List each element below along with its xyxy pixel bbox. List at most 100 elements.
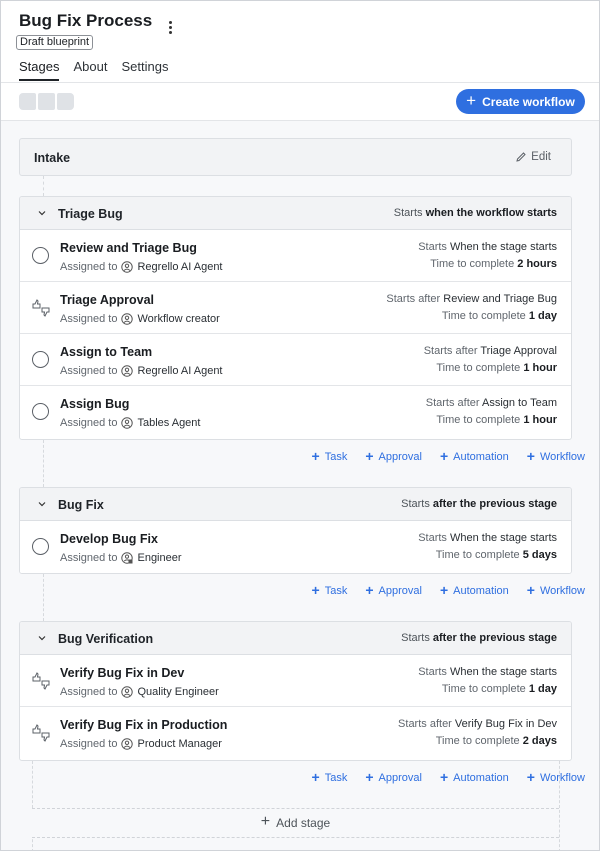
starts-prefix: Starts bbox=[393, 207, 423, 219]
create-workflow-button[interactable]: + Create workflow bbox=[456, 89, 585, 114]
starts-value: When the stage starts bbox=[450, 666, 557, 678]
stage-header[interactable]: Bug Verification Starts after the previo… bbox=[20, 622, 571, 655]
add-approval-button[interactable]: + Approval bbox=[365, 770, 422, 784]
starts-value: Verify Bug Fix in Dev bbox=[454, 718, 557, 730]
task-start-condition: Starts after Review and Triage Bug bbox=[386, 293, 557, 305]
user-icon bbox=[121, 738, 134, 750]
plus-icon: + bbox=[365, 448, 374, 464]
task-duration: Time to complete 1 day bbox=[442, 683, 557, 695]
task-start-condition: Starts after Verify Bug Fix in Dev bbox=[398, 718, 557, 730]
task-status-icon bbox=[32, 538, 49, 555]
add-approval-button[interactable]: + Approval bbox=[365, 583, 422, 597]
task-row[interactable]: Review and Triage Bug Assigned to Regrel… bbox=[20, 230, 571, 282]
create-workflow-label: Create workflow bbox=[482, 94, 575, 109]
task-start-condition: Starts after Assign to Team bbox=[426, 397, 557, 409]
tab-settings[interactable]: Settings bbox=[121, 59, 168, 81]
add-approval-label: Approval bbox=[378, 771, 422, 784]
view-toggle-option[interactable] bbox=[57, 93, 74, 110]
add-automation-label: Automation bbox=[453, 584, 509, 597]
assignee-name: Product Manager bbox=[137, 738, 222, 750]
time-label: Time to complete bbox=[441, 310, 526, 322]
task-name: Triage Approval bbox=[60, 293, 155, 307]
add-automation-button[interactable]: + Automation bbox=[440, 583, 509, 597]
add-task-button[interactable]: + Task bbox=[312, 770, 348, 784]
assigned-to-label: Assigned to bbox=[60, 686, 118, 698]
task-duration: Time to complete 1 day bbox=[442, 310, 557, 322]
plus-icon: + bbox=[526, 582, 535, 598]
time-value: 1 day bbox=[528, 310, 557, 322]
add-workflow-label: Workflow bbox=[539, 584, 585, 597]
starts-prefix: Starts bbox=[401, 632, 430, 644]
task-row[interactable]: Develop Bug Fix Assigned to Engineer Sta… bbox=[20, 521, 571, 573]
starts-value: When the stage starts bbox=[450, 241, 557, 253]
add-task-label: Task bbox=[324, 584, 348, 597]
starts-value: Assign to Team bbox=[481, 397, 557, 409]
task-duration: Time to complete 5 days bbox=[436, 549, 557, 561]
assigned-to-label: Assigned to bbox=[60, 365, 118, 377]
intake-card[interactable]: Intake Edit bbox=[19, 138, 572, 176]
task-assignment: Assigned to Quality Engineer bbox=[60, 686, 219, 698]
view-toggle-option[interactable] bbox=[38, 93, 55, 110]
starts-label: Starts after bbox=[386, 293, 441, 305]
stage-name: Bug Verification bbox=[58, 632, 154, 646]
user-icon bbox=[121, 417, 134, 429]
add-task-button[interactable]: + Task bbox=[312, 449, 348, 463]
add-stage-button[interactable]: + Add stage bbox=[32, 808, 559, 838]
task-name: Develop Bug Fix bbox=[60, 532, 158, 546]
add-workflow-button[interactable]: + Workflow bbox=[527, 770, 585, 784]
approval-icon bbox=[32, 299, 50, 317]
add-automation-button[interactable]: + Automation bbox=[440, 770, 509, 784]
task-row[interactable]: Assign to Team Assigned to Regrello AI A… bbox=[20, 334, 571, 386]
add-task-button[interactable]: + Task bbox=[312, 583, 348, 597]
task-row[interactable]: Triage Approval Assigned to Workflow cre… bbox=[20, 282, 571, 334]
add-approval-button[interactable]: + Approval bbox=[365, 448, 422, 464]
user-group-icon bbox=[121, 552, 134, 564]
tab-about[interactable]: About bbox=[73, 59, 107, 81]
task-start-condition: Starts When the stage starts bbox=[418, 241, 557, 253]
more-options-icon[interactable] bbox=[163, 17, 177, 37]
task-row[interactable]: Verify Bug Fix in Production Assigned to… bbox=[20, 707, 571, 759]
chevron-down-icon[interactable] bbox=[38, 209, 46, 217]
task-name: Verify Bug Fix in Dev bbox=[60, 666, 185, 680]
plus-icon: + bbox=[466, 91, 477, 110]
assigned-to-label: Assigned to bbox=[60, 417, 118, 429]
stage-card-bug-verification: Bug Verification Starts after the previo… bbox=[19, 621, 572, 761]
connector-line bbox=[43, 574, 44, 621]
user-icon bbox=[121, 686, 134, 698]
task-duration: Time to complete 1 hour bbox=[436, 362, 557, 374]
task-duration: Time to complete 1 hour bbox=[436, 414, 557, 426]
starts-value: When the stage starts bbox=[450, 532, 557, 544]
chevron-down-icon[interactable] bbox=[38, 634, 46, 642]
add-workflow-label: Workflow bbox=[539, 771, 585, 784]
plus-icon: + bbox=[260, 813, 271, 830]
view-toggle-option[interactable] bbox=[19, 93, 36, 110]
stage-header[interactable]: Triage Bug Starts when the workflow star… bbox=[20, 197, 571, 230]
chevron-down-icon[interactable] bbox=[38, 500, 46, 508]
time-label: Time to complete bbox=[430, 258, 515, 270]
connector-line bbox=[43, 440, 44, 487]
stage-name: Bug Fix bbox=[58, 498, 104, 512]
add-workflow-button[interactable]: + Workflow bbox=[527, 449, 585, 463]
add-stage-label: Add stage bbox=[276, 816, 331, 830]
assigned-to-label: Assigned to bbox=[60, 738, 118, 750]
page-header: Bug Fix Process Draft blueprint Stages A… bbox=[1, 1, 599, 83]
task-row[interactable]: Verify Bug Fix in Dev Assigned to Qualit… bbox=[20, 655, 571, 707]
stage-name: Triage Bug bbox=[58, 207, 123, 221]
task-start-condition: Starts When the stage starts bbox=[418, 532, 557, 544]
add-automation-button[interactable]: + Automation bbox=[440, 449, 509, 463]
time-label: Time to complete bbox=[436, 414, 521, 426]
intake-title: Intake bbox=[34, 151, 71, 165]
tab-stages[interactable]: Stages bbox=[19, 59, 60, 81]
task-status-icon bbox=[32, 247, 49, 264]
stage-header[interactable]: Bug Fix Starts after the previous stage bbox=[20, 488, 571, 521]
time-label: Time to complete bbox=[436, 362, 521, 374]
task-name: Verify Bug Fix in Production bbox=[60, 718, 228, 732]
edit-label: Edit bbox=[531, 151, 551, 163]
assignee-name: Regrello AI Agent bbox=[137, 365, 223, 377]
task-row[interactable]: Assign Bug Assigned to Tables Agent Star… bbox=[20, 386, 571, 438]
assignee-name: Tables Agent bbox=[137, 417, 201, 429]
pencil-icon bbox=[516, 152, 526, 162]
edit-intake-button[interactable]: Edit bbox=[515, 151, 551, 163]
add-item-row: + Task + Approval + Automation + Workflow bbox=[294, 770, 585, 784]
add-workflow-button[interactable]: + Workflow bbox=[526, 582, 585, 598]
